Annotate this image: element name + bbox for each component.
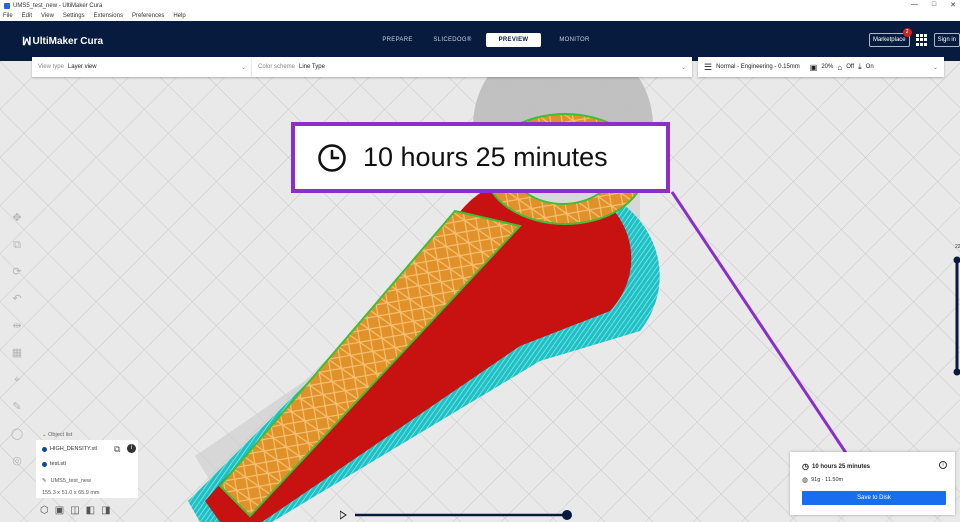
menu-preferences[interactable]: Preferences	[132, 13, 164, 19]
view-type-value: Layer view	[67, 64, 97, 70]
print-time: 10 hours 25 minutes	[811, 463, 871, 470]
mirror-tool-icon[interactable]: ⇹	[10, 319, 24, 333]
slider-handle[interactable]	[562, 510, 572, 520]
marketplace-label: Marketplace	[872, 37, 906, 43]
layer-vertical-slider[interactable]	[953, 256, 960, 376]
left-view-icon[interactable]: ◧	[86, 505, 95, 516]
print-time-row: ◷ 10 hours 25 minutes	[802, 462, 870, 471]
close-button[interactable]: ✕	[950, 1, 956, 9]
ultimaker-logo-icon: ꟽ	[22, 36, 31, 48]
clock-icon: ◷	[802, 462, 809, 471]
adhesion-icon: ⤓	[858, 62, 862, 71]
layer-number: 22	[955, 244, 960, 250]
list-item[interactable]: HIGH_DENSITY.stl	[42, 446, 97, 452]
infill-icon: ▣	[809, 62, 818, 72]
chevron-down-icon: ⌄	[932, 64, 938, 71]
chevron-down-icon: ⌄	[680, 64, 686, 71]
play-icon[interactable]	[339, 510, 347, 520]
window-controls: — □ ✕	[911, 1, 956, 9]
copy-icon[interactable]: ⧉	[114, 444, 120, 455]
print-settings-selector[interactable]: ☰ Normal - Engineering - 0.15mm ▣ 20% ⌂ …	[698, 57, 944, 77]
callout-time: 10 hours 25 minutes	[363, 142, 608, 172]
support-icon: ⌂	[837, 62, 843, 72]
color-scheme-dropdown[interactable]: Color scheme Line Type ⌄	[252, 57, 692, 77]
spool-icon: ◍	[802, 477, 809, 484]
object-dimensions: 155.3 x 51.0 x 65.9 mm	[42, 490, 100, 496]
window-title: UMS5_test_new - UltiMaker Cura	[13, 2, 103, 9]
top-view-icon[interactable]: ◫	[70, 505, 79, 516]
print-output-panel: ◷ 10 hours 25 minutes i ◍ 91g · 11.50m S…	[790, 452, 955, 515]
view-toolbar: View type Layer view ⌄ Color scheme Line…	[32, 57, 692, 77]
extruder-dot-icon	[42, 461, 47, 467]
view-type-dropdown[interactable]: View type Layer view ⌄	[32, 57, 252, 77]
menu-file[interactable]: File	[3, 13, 13, 19]
extruder-dot-icon	[42, 446, 47, 452]
material-usage: 91g · 11.50m	[811, 477, 844, 483]
3d-view-icon[interactable]: ⬡	[40, 505, 49, 516]
scale-tool-icon[interactable]: ⧉	[10, 238, 24, 252]
per-model-settings-icon[interactable]: ▦	[10, 346, 24, 360]
camera-view-buttons: ⬡ ▣ ◫ ◧ ◨	[40, 505, 111, 516]
app-icon	[4, 2, 10, 9]
settings-sliders-icon: ☰	[704, 61, 713, 72]
menu-edit[interactable]: Edit	[22, 13, 32, 19]
chevron-down-icon: ⌄	[240, 64, 246, 71]
header-actions: Marketplace 2 Sign in	[868, 28, 960, 47]
info-icon[interactable]: i	[127, 444, 136, 453]
maximize-button[interactable]: □	[932, 1, 936, 9]
object-name: test.stl	[50, 461, 66, 467]
list-item[interactable]: test.stl	[42, 461, 66, 467]
support-blocker-icon[interactable]: ⌖	[10, 373, 24, 387]
color-scheme-value: Line Type	[299, 64, 325, 70]
left-toolbar: ✥ ⧉ ⟳ ↶ ⇹ ▦ ⌖ ✎ ◯ ◎	[10, 211, 24, 468]
profile-name: Normal - Engineering - 0.15mm	[716, 64, 800, 70]
undo-icon[interactable]: ↶	[10, 292, 24, 306]
menu-settings[interactable]: Settings	[63, 13, 85, 19]
signin-button[interactable]: Sign in	[933, 33, 960, 47]
project-name: UMS5_test_new	[50, 478, 91, 484]
clock-icon	[318, 143, 346, 172]
window-titlebar: UMS5_test_new - UltiMaker Cura — □ ✕	[0, 0, 960, 11]
rotate-tool-icon[interactable]: ⟳	[10, 265, 24, 279]
menu-view[interactable]: View	[41, 13, 54, 19]
support-value: Off	[846, 64, 855, 70]
tab-slicedog[interactable]: SLICEDOG®	[425, 33, 480, 47]
settings-tool-icon[interactable]: ◎	[10, 454, 24, 468]
minimize-button[interactable]: —	[911, 1, 918, 9]
marketplace-badge: 2	[902, 28, 912, 37]
object-name: HIGH_DENSITY.stl	[50, 446, 97, 452]
paint-tool-icon[interactable]: ✎	[10, 400, 24, 414]
adhesion-value: On	[865, 64, 874, 70]
tab-preview[interactable]: PREVIEW	[486, 33, 541, 47]
menu-bar: File Edit View Settings Extensions Prefe…	[0, 11, 960, 21]
object-list-header[interactable]: ⌄ Object list	[42, 432, 72, 438]
brand-name: UltiMaker Cura	[32, 36, 104, 47]
tab-prepare[interactable]: PREPARE	[370, 33, 425, 47]
front-view-icon[interactable]: ▣	[55, 505, 64, 516]
infill-value: 20%	[821, 64, 834, 70]
color-scheme-label: Color scheme	[258, 64, 296, 70]
tab-monitor[interactable]: MONITOR	[547, 33, 602, 47]
view-type-label: View type	[38, 64, 64, 70]
project-name-row: ✎ UMS5_test_new	[42, 478, 91, 484]
material-row: ◍ 91g · 11.50m	[802, 476, 843, 484]
brand-logo: ꟽ UltiMaker Cura	[22, 35, 103, 48]
layer-horizontal-slider[interactable]	[339, 508, 575, 520]
app-header: ꟽ UltiMaker Cura PREPARE SLICEDOG® PREVI…	[0, 21, 960, 61]
marketplace-button[interactable]: Marketplace 2	[868, 28, 912, 47]
print-time-callout: 10 hours 25 minutes	[291, 122, 670, 193]
move-tool-icon[interactable]: ✥	[10, 211, 24, 225]
menu-help[interactable]: Help	[173, 13, 185, 19]
pencil-icon[interactable]: ✎	[42, 478, 47, 484]
info-tool-icon[interactable]: ◯	[10, 427, 24, 441]
stage-tabs: PREPARE SLICEDOG® PREVIEW MONITOR	[370, 33, 602, 47]
info-icon[interactable]: i	[939, 461, 947, 469]
menu-extensions[interactable]: Extensions	[94, 13, 123, 19]
apps-grid-icon[interactable]	[915, 34, 928, 46]
save-to-disk-button[interactable]: Save to Disk	[802, 491, 946, 505]
right-view-icon[interactable]: ◨	[101, 505, 110, 516]
